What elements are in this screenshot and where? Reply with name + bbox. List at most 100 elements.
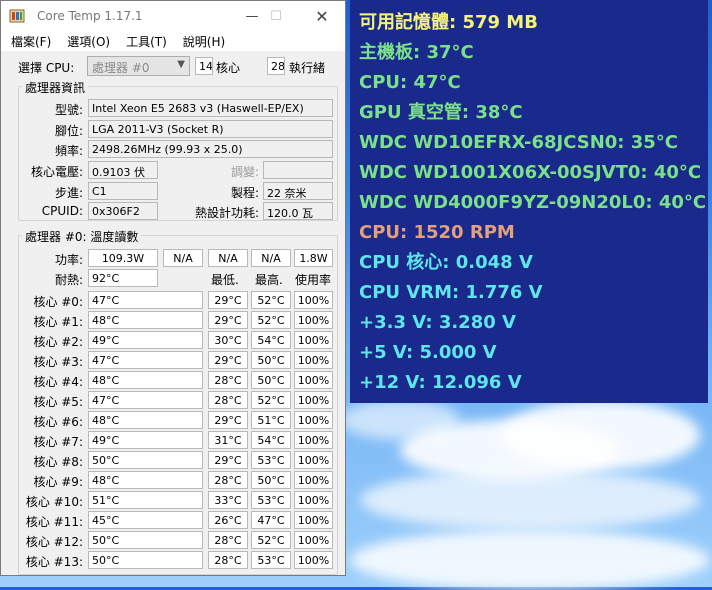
sensor-lines: 可用記憶體: 579 MB 主機板: 37°C CPU: 47°C GPU 真空管: …: [359, 8, 708, 398]
platform-value: LGA 2011-V3 (Socket R): [88, 120, 333, 138]
core-min: 28°C: [208, 471, 248, 489]
core-load: 100%: [294, 511, 333, 529]
core-min: 29°C: [208, 451, 248, 469]
core-temp-window: Core Temp 1.17.1 — ☐ ✕ 檔案(F) 選項(O) 工具(T)…: [0, 0, 346, 576]
sensor-line: +12 V: 12.096 V: [359, 372, 522, 393]
power-label: 功率:: [54, 253, 83, 267]
menu-options[interactable]: 選項(O): [59, 31, 118, 51]
core-max: 54°C: [251, 431, 291, 449]
core-min: 29°C: [208, 311, 248, 329]
core-temp: 50°C: [88, 551, 203, 569]
core-label: 核心 #13:: [25, 555, 83, 569]
sensor-line: +3.3 V: 3.280 V: [359, 312, 516, 333]
core-temp-app-icon: [9, 9, 25, 23]
window-content: 選擇 CPU: 處理器 #0 ▼ 14 核心 28 執行緒 處理器資訊 型號: …: [1, 51, 345, 575]
core-max: 53°C: [251, 491, 291, 509]
menu-file[interactable]: 檔案(F): [3, 31, 59, 51]
core-temp: 48°C: [88, 411, 203, 429]
threads-label: 執行緒: [289, 61, 326, 75]
temperature-title: 處理器 #0: 溫度讀數: [22, 228, 142, 245]
threads-count: 28: [267, 57, 285, 75]
core-label: 核心 #8:: [33, 455, 83, 469]
power-cores: N/A: [163, 249, 203, 267]
core-max: 50°C: [251, 471, 291, 489]
stepping-value: C1: [88, 182, 158, 200]
core-label: 核心 #5:: [33, 395, 83, 409]
core-label: 核心 #11:: [25, 515, 83, 529]
model-label: 型號:: [54, 103, 83, 117]
core-temp: 50°C: [88, 531, 203, 549]
core-label: 核心 #10:: [25, 495, 83, 509]
core-label: 核心 #0:: [33, 295, 83, 309]
tjmax-value: 92°C: [88, 269, 158, 287]
sensor-line: WDC WD4000F9YZ-09N20L0: 40°C: [359, 192, 707, 213]
sensor-line: CPU 核心: 0.048 V: [359, 252, 533, 273]
core-load: 100%: [294, 551, 333, 569]
power-package: 109.3W: [88, 249, 158, 267]
core-temp: 50°C: [88, 451, 203, 469]
core-max: 53°C: [251, 551, 291, 569]
vid-label: 核心電壓:: [30, 165, 83, 179]
menu-tools[interactable]: 工具(T): [118, 31, 175, 51]
core-load: 100%: [294, 351, 333, 369]
menu-bar: 檔案(F) 選項(O) 工具(T) 說明(H): [1, 31, 345, 51]
core-temp: 48°C: [88, 311, 203, 329]
core-min: 26°C: [208, 511, 248, 529]
sensor-line: WDC WD1001X06X-00SJVT0: 40°C: [359, 162, 702, 183]
sensor-line: GPU 真空管: 38°C: [359, 102, 523, 123]
core-load: 100%: [294, 391, 333, 409]
core-load: 100%: [294, 291, 333, 309]
core-min: 28°C: [208, 371, 248, 389]
close-button[interactable]: ✕: [303, 1, 341, 31]
core-load: 100%: [294, 311, 333, 329]
core-min: 28°C: [208, 391, 248, 409]
core-min: 28°C: [208, 531, 248, 549]
sensor-line: +5 V: 5.000 V: [359, 342, 497, 363]
power-dram: 1.8W: [294, 249, 333, 267]
core-label: 核心 #4:: [33, 375, 83, 389]
processor-info-title: 處理器資訊: [22, 79, 89, 96]
select-cpu-label: 選擇 CPU:: [18, 61, 75, 75]
core-max: 54°C: [251, 331, 291, 349]
core-label: 核心 #1:: [33, 315, 83, 329]
title-bar[interactable]: Core Temp 1.17.1 — ☐ ✕: [1, 1, 345, 31]
chevron-down-icon: ▼: [177, 59, 185, 70]
frequency-value: 2498.26MHz (99.93 x 25.0): [88, 140, 333, 158]
core-max: 52°C: [251, 291, 291, 309]
core-min: 31°C: [208, 431, 248, 449]
core-min: 29°C: [208, 291, 248, 309]
core-max: 50°C: [251, 351, 291, 369]
core-min: 29°C: [208, 351, 248, 369]
core-load: 100%: [294, 371, 333, 389]
sensor-line: 主機板: 37°C: [359, 42, 474, 63]
core-temp: 48°C: [88, 371, 203, 389]
core-load: 100%: [294, 471, 333, 489]
sensor-overlay: 可用記憶體: 579 MB 主機板: 37°C CPU: 47°C GPU 真空管: …: [350, 0, 708, 403]
menu-help[interactable]: 說明(H): [175, 31, 233, 51]
col-min-header: 最低.: [211, 273, 239, 287]
core-load: 100%: [294, 531, 333, 549]
maximize-button[interactable]: ☐: [257, 1, 295, 31]
core-load: 100%: [294, 431, 333, 449]
core-max: 50°C: [251, 371, 291, 389]
cpu-select-value: 處理器 #0: [92, 61, 150, 75]
sensor-line: WDC WD10EFRX-68JCSN0: 35°C: [359, 132, 679, 153]
cpu-select[interactable]: 處理器 #0 ▼: [87, 56, 190, 76]
close-icon: ✕: [315, 6, 329, 26]
core-label: 核心 #9:: [33, 475, 83, 489]
core-label: 核心 #3:: [33, 355, 83, 369]
tdp-value: 120.0 瓦: [263, 202, 333, 220]
core-label: 核心 #6:: [33, 415, 83, 429]
core-temp: 51°C: [88, 491, 203, 509]
power-graphics: N/A: [251, 249, 291, 267]
core-load: 100%: [294, 491, 333, 509]
core-max: 51°C: [251, 411, 291, 429]
frequency-label: 頻率:: [54, 144, 83, 158]
core-temp: 47°C: [88, 291, 203, 309]
vid-value: 0.9103 伏: [88, 161, 158, 179]
modulation-value: [263, 161, 333, 179]
lithography-label: 製程:: [230, 186, 259, 200]
model-value: Intel Xeon E5 2683 v3 (Haswell-EP/EX): [88, 99, 333, 117]
cpuid-label: CPUID:: [41, 204, 83, 218]
core-max: 52°C: [251, 391, 291, 409]
